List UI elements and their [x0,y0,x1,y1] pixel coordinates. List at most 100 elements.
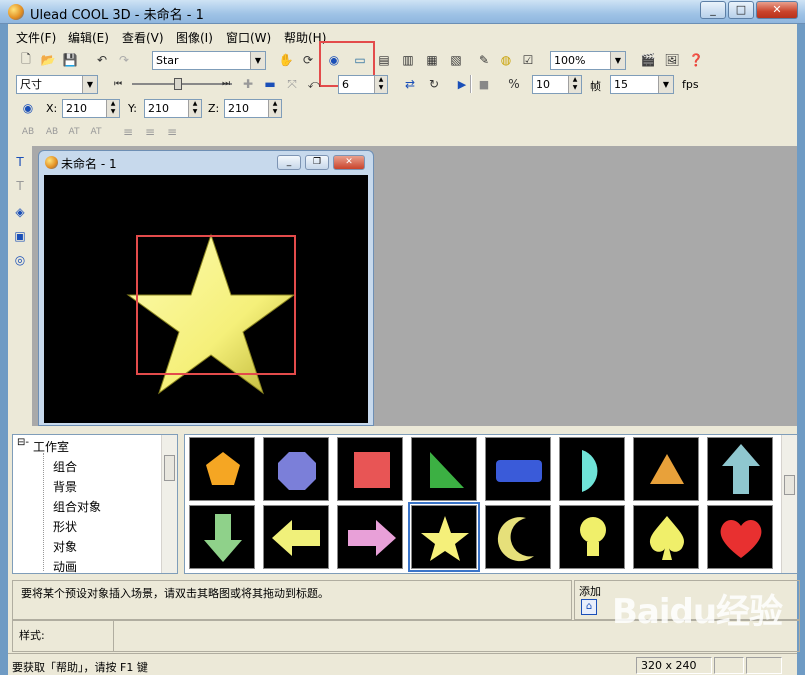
insert-text-icon[interactable]: T [10,152,30,172]
workspace: 未命名 - 1 _ ❐ ✕ [32,146,797,426]
thumbnail-arrow-right[interactable] [337,505,403,569]
menu-image[interactable]: 图像(I) [176,29,213,46]
add-keyframe-icon[interactable]: ✚ [238,74,258,94]
stop-icon[interactable]: ■ [474,74,494,94]
reverse-icon[interactable]: ⤧ [282,74,302,94]
last-frame-icon[interactable]: ⏭ [216,74,236,94]
remove-keyframe-icon[interactable]: ▬ [260,74,280,94]
gallery-scrollbar[interactable] [781,435,797,573]
menu-file[interactable]: 文件(F) [16,29,56,46]
attribute-combo[interactable]: 尺寸 ▼ [16,75,98,94]
menu-edit[interactable]: 编辑(E) [68,29,109,46]
thumbnail-octagon[interactable] [263,437,329,501]
scene-canvas[interactable] [44,175,368,423]
add-label: 添加 [579,585,601,598]
align-left-icon[interactable]: ≡ [118,122,138,142]
text-tool-2[interactable]: AB [42,122,62,142]
studio-tree[interactable]: ⊟- 工作室 组合 背景 组合对象 形状 对象 动画 [12,434,178,574]
tree-item[interactable]: 组合对象 [53,498,101,515]
tree-expander[interactable]: ⊟- [17,437,29,448]
redo-icon[interactable]: ↷ [114,50,134,70]
z-input[interactable]: 210 ▲ ▼ [224,99,282,118]
loop-icon[interactable]: ⤺ [304,74,324,94]
thumbnail-arrow-down[interactable] [189,505,255,569]
thumbnail-triangle[interactable] [633,437,699,501]
frame-spinner[interactable]: 6 ▲ ▼ [338,75,388,94]
thumbnail-heart[interactable] [707,505,773,569]
render-icon[interactable]: 🎬 [638,50,658,70]
thumbnail-square[interactable] [337,437,403,501]
thumbnail-bulb[interactable] [559,505,625,569]
thumbnail-pentagon[interactable] [189,437,255,501]
help-pointer-icon[interactable]: ❓ [686,50,706,70]
repeat-icon[interactable]: ↻ [424,74,444,94]
menu-view[interactable]: 查看(V) [122,29,164,46]
thumbnail-half-circle[interactable] [559,437,625,501]
thumbnail-star[interactable] [408,502,480,572]
group-icon[interactable]: ◎ [10,250,30,270]
fps-spinner[interactable]: 10 ▲ ▼ [532,75,582,94]
thumbnail-right-triangle[interactable] [411,437,477,501]
globe-icon[interactable]: ◍ [496,50,516,70]
zoom-combo[interactable]: 100% ▼ [550,51,626,70]
play-icon[interactable]: ▶ [452,74,472,94]
wand-icon[interactable]: ✎ [474,50,494,70]
doc-minimize-button[interactable]: _ [277,155,301,170]
window-title: Ulead COOL 3D - 未命名 - 1 [30,8,204,23]
tree-item[interactable]: 背景 [53,478,77,495]
add-house-icon[interactable]: ⌂ [581,599,597,615]
tree-root[interactable]: 工作室 [33,438,69,455]
tree-item[interactable]: 组合 [53,458,77,475]
position-mode-icon[interactable]: ◉ [18,98,38,118]
bevel-icon-1[interactable]: ▤ [374,50,394,70]
open-folder-icon[interactable]: 📂 [38,50,58,70]
x-input[interactable]: 210 ▲ ▼ [62,99,120,118]
percent-icon[interactable]: % [504,74,524,94]
align-center-icon[interactable]: ≡ [140,122,160,142]
maximize-button[interactable]: □ [728,1,754,19]
undo-icon[interactable]: ↶ [92,50,112,70]
minimize-button[interactable]: _ [700,1,726,19]
object-combo[interactable]: Star ▼ [152,51,266,70]
scroll-thumb[interactable] [164,455,175,481]
text-tool-3[interactable]: AT [64,122,84,142]
save-icon[interactable]: 💾 [60,50,80,70]
thumbnail-crescent[interactable] [485,505,551,569]
tree-item[interactable]: 形状 [53,518,77,535]
text-tool-1[interactable]: AB [18,122,38,142]
menu-window[interactable]: 窗口(W) [226,29,271,46]
close-button[interactable]: ✕ [756,1,798,19]
bevel-icon-2[interactable]: ▥ [398,50,418,70]
edit-text-icon[interactable]: T [10,176,30,196]
thumbnail-arrow-up[interactable] [707,437,773,501]
text-tool-4[interactable]: AT [86,122,106,142]
bounce-icon[interactable]: ⇄ [400,74,420,94]
align-right-icon[interactable]: ≡ [162,122,182,142]
z-label: Z: [208,102,220,115]
y-input[interactable]: 210 ▲ ▼ [144,99,202,118]
new-file-icon[interactable]: 🗋 [16,50,36,70]
check-icon[interactable]: ☑ [518,50,538,70]
bevel-icon-3[interactable]: ▦ [422,50,442,70]
bevel-icon-4[interactable]: ▧ [446,50,466,70]
x-label: X: [46,102,58,115]
export-icon[interactable]: 🖼 [662,50,682,70]
doc-close-button[interactable]: ✕ [333,155,365,170]
thumbnail-spade[interactable] [633,505,699,569]
thumbnail-arrow-left[interactable] [263,505,329,569]
slider-thumb[interactable] [174,78,182,90]
select-object-icon[interactable]: ▣ [10,226,30,246]
doc-restore-button[interactable]: ❐ [305,155,329,170]
tree-scrollbar[interactable] [161,435,177,573]
tree-item[interactable]: 对象 [53,538,77,555]
tree-item[interactable]: 动画 [53,558,77,575]
frames-combo[interactable]: 15 ▼ [610,75,674,94]
hand-icon[interactable]: ✋ [276,50,296,70]
rotate-icon[interactable]: ⟳ [298,50,318,70]
thumbnail-rounded-rect[interactable] [485,437,551,501]
rounded-rect-icon [496,460,542,482]
menu-bar: 文件(F) 编辑(E) 查看(V) 图像(I) 窗口(W) 帮助(H) [8,26,797,46]
scroll-thumb[interactable] [784,475,795,495]
insert-object-icon[interactable]: ◈ [10,202,30,222]
first-frame-icon[interactable]: ⏮ [108,74,128,94]
